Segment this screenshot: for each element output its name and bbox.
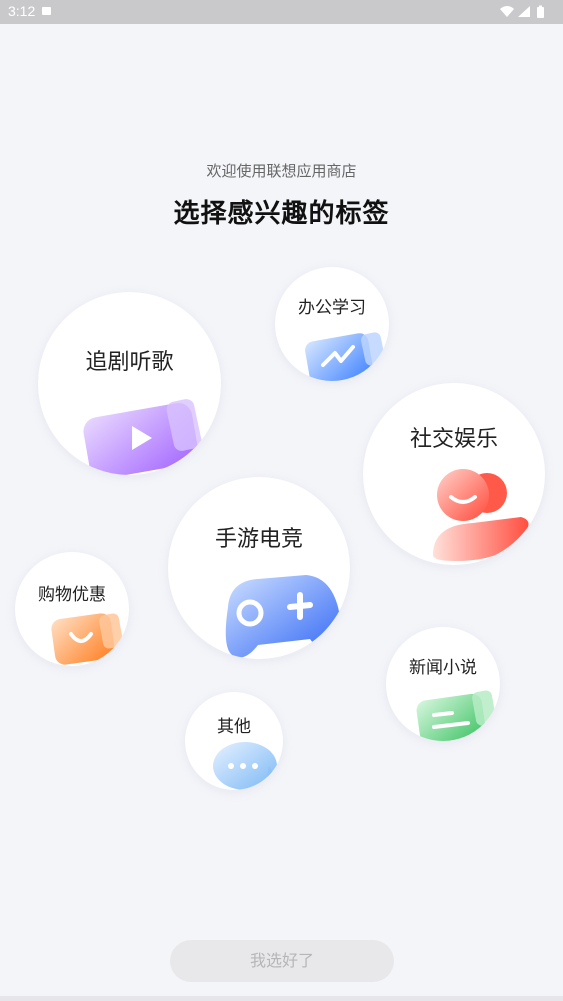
tag-bubble-social-entertainment[interactable]: 社交娱乐	[363, 383, 545, 565]
tag-label: 追剧听歌	[85, 350, 174, 375]
tag-bubble-other[interactable]: 其他	[185, 692, 283, 790]
news-icon	[416, 690, 496, 741]
tag-label: 社交娱乐	[409, 427, 498, 452]
status-time: 3:12	[8, 3, 36, 19]
status-icons	[499, 4, 549, 20]
tag-bubble-shopping-deals[interactable]: 购物优惠	[15, 552, 129, 666]
tag-bubble-drama-music[interactable]: 追剧听歌	[38, 292, 221, 475]
mail-notification-icon	[42, 7, 51, 15]
confirm-selection-button[interactable]: 我选好了	[170, 940, 394, 982]
welcome-subtitle: 欢迎使用联想应用商店	[206, 162, 357, 180]
tag-label: 新闻小说	[409, 658, 477, 678]
tag-label: 其他	[217, 717, 251, 737]
tag-bubble-mobile-esports[interactable]: 手游电竞	[168, 477, 350, 659]
play-video-icon	[83, 399, 202, 475]
tag-label: 办公学习	[298, 298, 366, 318]
battery-icon	[537, 5, 544, 18]
tag-label: 购物优惠	[38, 585, 106, 605]
bottom-edge	[0, 996, 563, 1001]
tag-bubble-news-novels[interactable]: 新闻小说	[386, 627, 500, 741]
tag-label: 手游电竞	[214, 527, 303, 552]
page-title: 选择感兴趣的标签	[173, 199, 390, 229]
shopping-bag-icon	[51, 613, 123, 665]
chart-folder-icon	[305, 332, 385, 381]
tag-bubble-office-study[interactable]: 办公学习	[275, 267, 389, 381]
status-bar: 3:12	[0, 0, 563, 24]
wifi-icon	[500, 6, 514, 17]
more-chat-icon	[213, 742, 279, 790]
cellular-signal-icon	[518, 6, 530, 17]
person-icon	[433, 469, 529, 561]
gamepad-icon	[225, 575, 342, 658]
